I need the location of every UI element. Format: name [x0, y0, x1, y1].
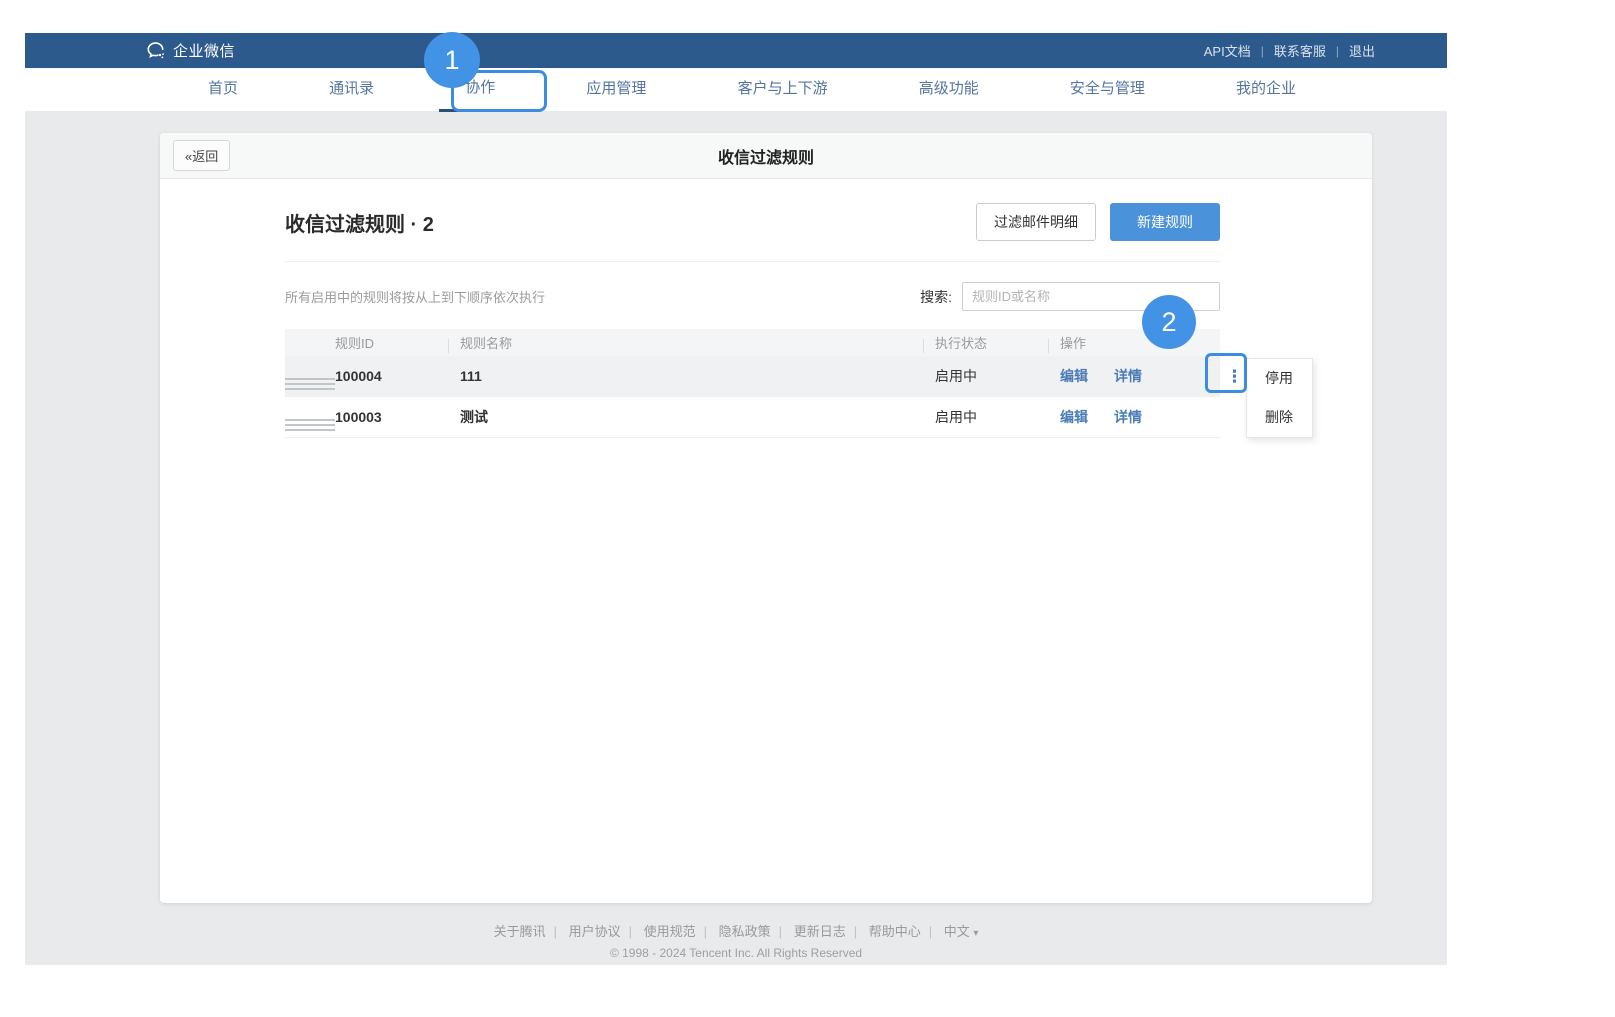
privacy-policy-link[interactable]: 隐私政策: [719, 924, 771, 939]
drag-handle-icon[interactable]: [285, 419, 335, 431]
separator: |: [854, 924, 857, 939]
new-rule-button[interactable]: 新建规则: [1110, 203, 1220, 241]
main-nav: 首页 通讯录 协作 应用管理 客户与上下游 高级功能 安全与管理 我的企业: [25, 68, 1447, 112]
panel-header: «返回 收信过滤规则: [160, 133, 1372, 179]
separator: |: [1336, 44, 1339, 58]
column-status: 执行状态: [935, 333, 1060, 352]
top-bar: 企业微信 API文档 | 联系客服 | 退出: [25, 33, 1447, 68]
table-row: 100003 测试 启用中 编辑 详情: [285, 397, 1220, 438]
nav-tabs: 首页 通讯录 协作 应用管理 客户与上下游 高级功能 安全与管理 我的企业: [182, 68, 1322, 112]
edit-link[interactable]: 编辑: [1060, 407, 1088, 427]
menu-item-delete[interactable]: 删除: [1247, 398, 1312, 437]
rules-table: 规则ID 规则名称 执行状态 操作 100004 111 启用中 编辑 详情 ⋮…: [285, 329, 1220, 438]
detail-link[interactable]: 详情: [1114, 407, 1142, 427]
rule-name: 测试: [460, 407, 935, 427]
panel-content: 收信过滤规则 · 2 过滤邮件明细 新建规则 所有启用中的规则将按从上到下顺序依…: [285, 203, 1220, 438]
mail-filter-rules-panel: «返回 收信过滤规则 收信过滤规则 · 2 过滤邮件明细 新建规则 所有启用中的…: [160, 133, 1372, 903]
menu-item-disable[interactable]: 停用: [1247, 359, 1312, 398]
separator: |: [704, 924, 707, 939]
column-actions: 操作: [1060, 333, 1220, 352]
copyright-text: © 1998 - 2024 Tencent Inc. All Rights Re…: [25, 946, 1447, 960]
tab-advanced-features[interactable]: 高级功能: [893, 68, 1005, 112]
more-actions-icon[interactable]: ⋮: [1226, 368, 1243, 385]
drag-handle-icon[interactable]: [285, 378, 335, 390]
help-center-link[interactable]: 帮助中心: [869, 924, 921, 939]
annotation-step-1-badge: 1: [424, 32, 480, 88]
edit-link[interactable]: 编辑: [1060, 366, 1088, 386]
chat-bubble-logo-icon: [145, 40, 166, 61]
tab-security-management[interactable]: 安全与管理: [1044, 68, 1171, 112]
page-footer: 关于腾讯 | 用户协议 | 使用规范 | 隐私政策 | 更新日志 | 帮助中心 | 中文 ▾…: [25, 921, 1447, 960]
detail-link[interactable]: 详情: [1114, 366, 1142, 386]
column-rule-name: 规则名称: [460, 333, 935, 352]
separator: |: [929, 924, 932, 939]
more-actions-menu: 停用 删除: [1246, 358, 1313, 438]
topbar-links: API文档 | 联系客服 | 退出: [1204, 33, 1375, 68]
contact-support-link[interactable]: 联系客服: [1274, 41, 1326, 60]
footer-links: 关于腾讯 | 用户协议 | 使用规范 | 隐私政策 | 更新日志 | 帮助中心 | 中文 ▾: [25, 921, 1447, 940]
heading-row: 收信过滤规则 · 2 过滤邮件明细 新建规则: [285, 203, 1220, 262]
api-docs-link[interactable]: API文档: [1204, 41, 1251, 60]
heading-buttons: 过滤邮件明细 新建规则: [976, 203, 1220, 241]
table-row: 100004 111 启用中 编辑 详情 ⋮: [285, 356, 1220, 397]
rules-order-note: 所有启用中的规则将按从上到下顺序依次执行: [285, 287, 545, 306]
page-title: 收信过滤规则: [160, 144, 1372, 168]
tab-my-company[interactable]: 我的企业: [1210, 68, 1322, 112]
rule-status: 启用中: [935, 366, 1060, 386]
rule-status: 启用中: [935, 407, 1060, 427]
tab-customers[interactable]: 客户与上下游: [712, 68, 854, 112]
logo-text: 企业微信: [173, 40, 235, 61]
separator: |: [554, 924, 557, 939]
changelog-link[interactable]: 更新日志: [794, 924, 846, 939]
chevron-down-icon: ▾: [973, 928, 978, 939]
tab-home[interactable]: 首页: [182, 68, 264, 112]
separator: |: [1261, 44, 1264, 58]
search-label: 搜索:: [920, 287, 952, 307]
separator: |: [779, 924, 782, 939]
logout-link[interactable]: 退出: [1349, 41, 1375, 60]
wecom-logo[interactable]: 企业微信: [145, 40, 235, 61]
about-tencent-link[interactable]: 关于腾讯: [494, 924, 546, 939]
table-header: 规则ID 规则名称 执行状态 操作: [285, 329, 1220, 356]
language-label: 中文: [944, 924, 970, 939]
rule-name: 111: [460, 368, 935, 384]
rule-id: 100004: [335, 368, 460, 384]
rule-id: 100003: [335, 409, 460, 425]
tab-app-management[interactable]: 应用管理: [560, 68, 672, 112]
language-selector[interactable]: 中文 ▾: [944, 924, 979, 939]
filter-mail-detail-button[interactable]: 过滤邮件明细: [976, 203, 1096, 241]
note-row: 所有启用中的规则将按从上到下顺序依次执行 搜索:: [285, 282, 1220, 311]
user-agreement-link[interactable]: 用户协议: [569, 924, 621, 939]
column-rule-id: 规则ID: [335, 333, 460, 352]
rules-count-heading: 收信过滤规则 · 2: [285, 208, 434, 237]
separator: |: [629, 924, 632, 939]
usage-rules-link[interactable]: 使用规范: [644, 924, 696, 939]
row-actions: 编辑 详情 ⋮: [1060, 366, 1220, 386]
row-actions: 编辑 详情: [1060, 407, 1220, 427]
tab-contacts[interactable]: 通讯录: [303, 68, 400, 112]
annotation-step-2-badge: 2: [1142, 295, 1196, 349]
